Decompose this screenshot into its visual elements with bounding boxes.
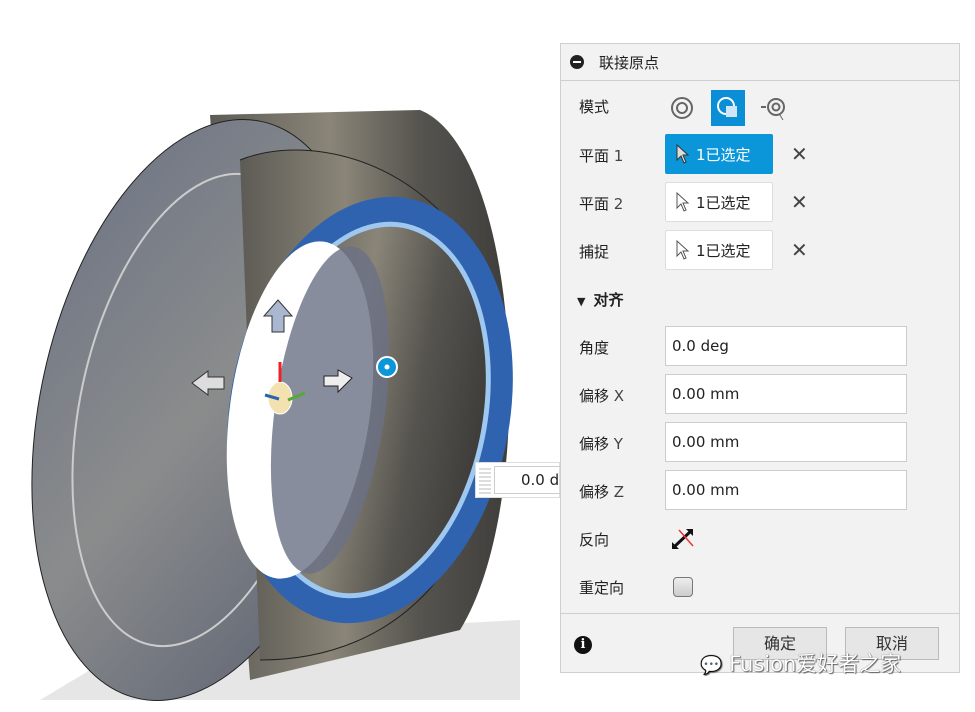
offset-z-input[interactable]: 0.00 mm [665,470,907,510]
plane1-selection-text: 1已选定 [696,145,751,164]
offset-y-input[interactable]: 0.00 mm [665,422,907,462]
offset-x-input[interactable]: 0.00 mm [665,374,907,414]
offset-x-axis: X [613,387,625,405]
joint-origin-dialog: 联接原点 模式 平面 1 1已选定 ✕ 平面 2 1已选定 ✕ 捕捉 1已选定 … [560,43,960,673]
dialog-title: 联接原点 [599,54,660,72]
offset-y-label-text: 偏移 [579,435,610,453]
mode-label: 模式 [579,98,610,116]
angle-value-field[interactable]: 0.0 deg [494,466,564,494]
plane1-label-text: 平面 [579,147,610,165]
collapse-icon[interactable] [570,55,584,69]
drag-grip-icon[interactable] [479,466,491,494]
wechat-icon: 💬 [700,655,723,676]
flip-direction-icon[interactable] [671,528,695,550]
align-section-title: 对齐 [593,291,624,309]
snap-select-button[interactable]: 1已选定 [665,230,773,270]
snap-label: 捕捉 [579,243,610,261]
clear-plane2-icon[interactable]: ✕ [791,190,808,214]
plane1-label: 平面 1 [579,145,623,166]
plane2-selection-text: 1已选定 [696,193,751,212]
offset-z-label-text: 偏移 [579,483,610,501]
offset-z-axis: Z [613,483,625,501]
offset-x-label-text: 偏移 [579,387,610,405]
cursor-arrow-icon [676,144,690,164]
angle-label: 角度 [579,339,610,357]
dialog-header: 联接原点 [561,44,959,81]
offset-origin-icon [761,98,785,121]
reorient-label: 重定向 [579,579,625,597]
3d-viewport[interactable]: 0.0 deg [0,0,564,708]
snap-selection-text: 1已选定 [696,241,751,260]
offset-x-label: 偏移 X [579,385,624,406]
cursor-arrow-icon [676,192,690,212]
tire-model [31,110,520,701]
align-section-toggle[interactable]: ▼ 对齐 [577,289,623,310]
mode-two-faces-button[interactable] [757,90,791,126]
offset-y-label: 偏移 Y [579,433,623,454]
angle-input-overlay[interactable]: 0.0 deg [475,462,564,498]
mode-between-planes-button[interactable] [711,90,745,126]
offset-y-axis: Y [613,435,623,453]
mode-simple-button[interactable] [665,90,699,126]
watermark-text: Fusion爱好者之家 [729,652,902,676]
plane2-label: 平面 2 [579,193,623,214]
watermark: 💬 Fusion爱好者之家 [700,648,901,678]
triangle-down-icon: ▼ [577,295,586,308]
plane1-select-button[interactable]: 1已选定 [665,134,773,174]
between-planes-icon [717,97,737,117]
angle-input[interactable]: 0.0 deg [665,326,907,366]
plane1-number: 1 [613,147,624,165]
clear-snap-icon[interactable]: ✕ [791,238,808,262]
clear-plane1-icon[interactable]: ✕ [791,142,808,166]
plane2-select-button[interactable]: 1已选定 [665,182,773,222]
reorient-checkbox[interactable] [673,577,693,597]
plane2-label-text: 平面 [579,195,610,213]
info-icon[interactable]: i [574,636,592,654]
flip-label: 反向 [579,531,610,549]
offset-z-label: 偏移 Z [579,481,624,502]
cursor-arrow-icon [676,240,690,260]
circle-origin-icon [671,97,693,119]
plane2-number: 2 [613,195,624,213]
